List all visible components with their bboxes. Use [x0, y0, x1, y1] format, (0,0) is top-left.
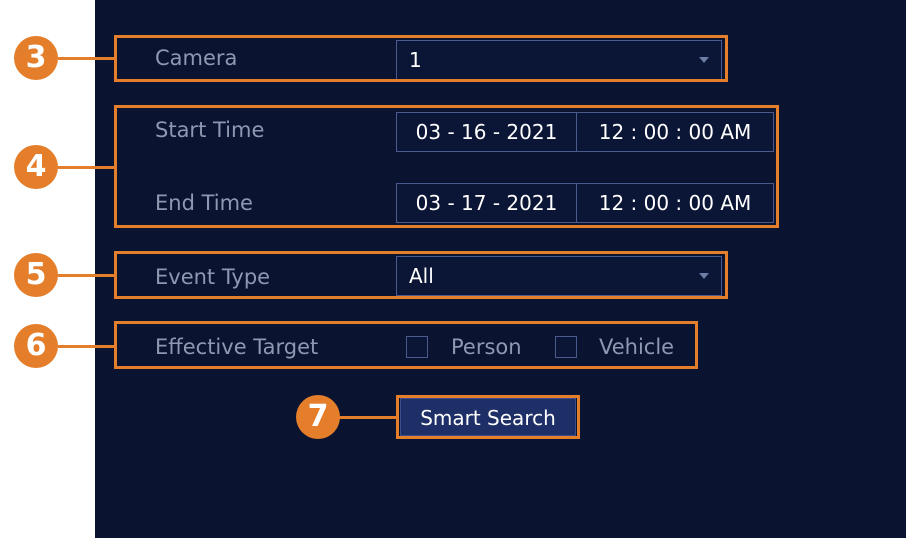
callout-badge-3: 3	[14, 36, 58, 80]
callout-badge-5: 5	[14, 253, 58, 297]
callout-box-effective-target	[114, 321, 698, 369]
callout-box-camera	[114, 35, 728, 82]
callout-connector	[58, 274, 116, 277]
callout-badge-4: 4	[14, 145, 58, 189]
callout-badge-7: 7	[296, 395, 340, 439]
callout-box-time-range	[114, 105, 779, 228]
callout-connector	[58, 166, 116, 169]
callout-box-smart-search	[396, 395, 580, 439]
callout-badge-6: 6	[14, 324, 58, 368]
callout-connector	[58, 57, 116, 60]
callout-connector	[58, 345, 116, 348]
callout-connector	[338, 416, 398, 419]
callout-box-event-type	[114, 251, 728, 299]
